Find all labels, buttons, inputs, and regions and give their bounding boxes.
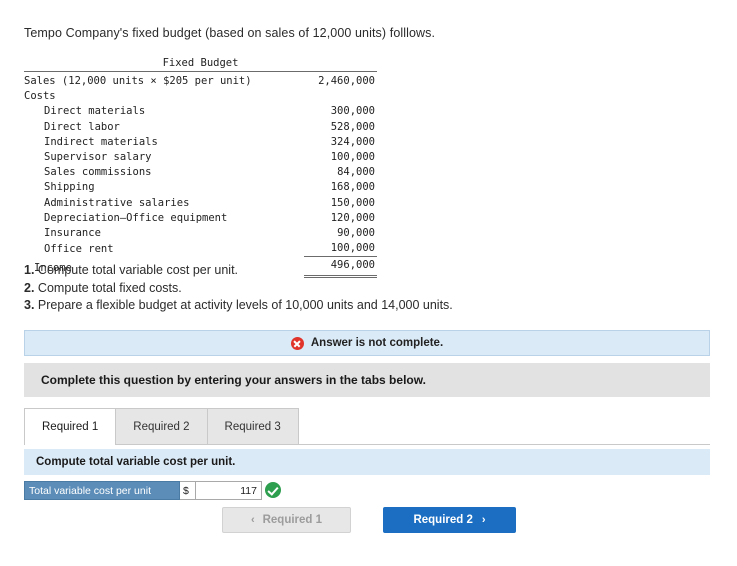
next-required-button[interactable]: Required 2 › (383, 507, 516, 533)
requirement-number: 2. (24, 280, 35, 295)
requirement-item: 2. Compute total fixed costs. (24, 280, 453, 298)
table-row: Sales (12,000 units × $205 per unit) 2,4… (24, 72, 377, 90)
requirement-item: 1. Compute total variable cost per unit. (24, 262, 453, 280)
next-button-label: Required 2 (413, 514, 473, 526)
answer-status-text: Answer is not complete. (310, 337, 444, 349)
row-label: Administrative salaries (44, 196, 190, 209)
tab-required-2[interactable]: Required 2 (115, 408, 208, 444)
tab-required-1[interactable]: Required 1 (24, 408, 117, 445)
requirement-number: 1. (24, 263, 35, 277)
row-amount: 168,000 (330, 181, 375, 194)
row-label: Shipping (44, 181, 95, 194)
intro-text: Tempo Company's fixed budget (based on s… (24, 26, 436, 40)
row-amount: 300,000 (330, 105, 375, 118)
budget-table-title: Fixed Budget (24, 56, 377, 72)
row-amount: 324,000 (330, 135, 375, 148)
table-row: Indirect materials 324,000 (24, 135, 377, 150)
row-label: Depreciation—Office equipment (44, 211, 228, 224)
answer-row: Total variable cost per unit $ 117 (24, 481, 281, 500)
budget-table-body: Fixed Budget Sales (12,000 units × $205 … (24, 56, 377, 278)
fixed-budget-table: Fixed Budget Sales (12,000 units × $205 … (24, 56, 377, 278)
requirement-text: Compute total fixed costs. (37, 280, 182, 295)
total-variable-cost-input[interactable]: 117 (196, 481, 262, 500)
table-row: Administrative salaries 150,000 (24, 196, 377, 211)
table-row: Shipping 168,000 (24, 180, 377, 195)
row-amount: 528,000 (330, 120, 375, 133)
tab-label: Required 3 (224, 420, 281, 433)
row-amount: 120,000 (330, 211, 375, 224)
question-prompt-text: Compute total variable cost per unit. (36, 456, 236, 468)
row-amount: 84,000 (337, 166, 375, 179)
row-amount: 150,000 (330, 196, 375, 209)
chevron-right-icon: › (481, 514, 486, 526)
prev-required-button[interactable]: ‹ Required 1 (222, 507, 351, 533)
budget-table-title-row: Fixed Budget (24, 56, 377, 72)
row-amount: 90,000 (337, 227, 375, 240)
table-row: Sales commissions 84,000 (24, 165, 377, 180)
row-amount: 100,000 (330, 242, 375, 255)
table-row: Supervisor salary 100,000 (24, 150, 377, 165)
table-row: Depreciation—Office equipment 120,000 (24, 211, 377, 226)
check-mark-icon (265, 482, 281, 498)
table-row: Insurance 90,000 (24, 226, 377, 241)
question-prompt-strip: Compute total variable cost per unit. (24, 449, 710, 475)
row-label: Sales (12,000 units × $205 per unit) (24, 75, 252, 87)
table-row: Office rent 100,000 (24, 241, 377, 257)
tab-label: Required 1 (42, 420, 99, 433)
chevron-left-icon: ‹ (250, 514, 255, 526)
row-label: Sales commissions (44, 166, 152, 179)
currency-symbol: $ (180, 481, 196, 500)
requirements-list: 1. Compute total variable cost per unit.… (24, 262, 453, 315)
requirement-item: 3. Prepare a flexible budget at activity… (24, 297, 453, 315)
row-amount: 100,000 (330, 151, 375, 164)
row-label: Office rent (44, 242, 114, 255)
instruction-bar: Complete this question by entering your … (24, 363, 710, 397)
row-amount: 2,460,000 (318, 75, 375, 87)
nav-buttons: ‹ Required 1 Required 2 › (222, 507, 516, 533)
table-row: Direct materials 300,000 (24, 104, 377, 119)
requirement-text: Compute total variable cost per unit. (37, 263, 239, 277)
tab-required-3[interactable]: Required 3 (206, 408, 299, 444)
tab-label: Required 2 (133, 420, 190, 433)
tab-bar: Required 1 Required 2 Required 3 (24, 408, 710, 445)
answer-status-banner: Answer is not complete. (24, 330, 710, 356)
row-label: Direct labor (44, 120, 120, 133)
row-amount (304, 89, 377, 104)
table-row: Costs (24, 89, 377, 104)
row-label: Direct materials (44, 105, 146, 118)
prev-button-label: Required 1 (262, 514, 323, 526)
exercise-page: Tempo Company's fixed budget (based on s… (0, 0, 737, 566)
row-label: Supervisor salary (44, 151, 152, 164)
row-label: Indirect materials (44, 135, 158, 148)
instruction-text: Complete this question by entering your … (41, 373, 426, 387)
row-label: Costs (24, 90, 56, 103)
table-row: Direct labor 528,000 (24, 120, 377, 135)
requirement-number: 3. (24, 298, 35, 312)
row-label: Insurance (44, 227, 101, 240)
error-x-icon (290, 336, 304, 350)
answer-row-label: Total variable cost per unit (24, 481, 180, 500)
requirement-text: Prepare a flexible budget at activity le… (37, 298, 453, 312)
